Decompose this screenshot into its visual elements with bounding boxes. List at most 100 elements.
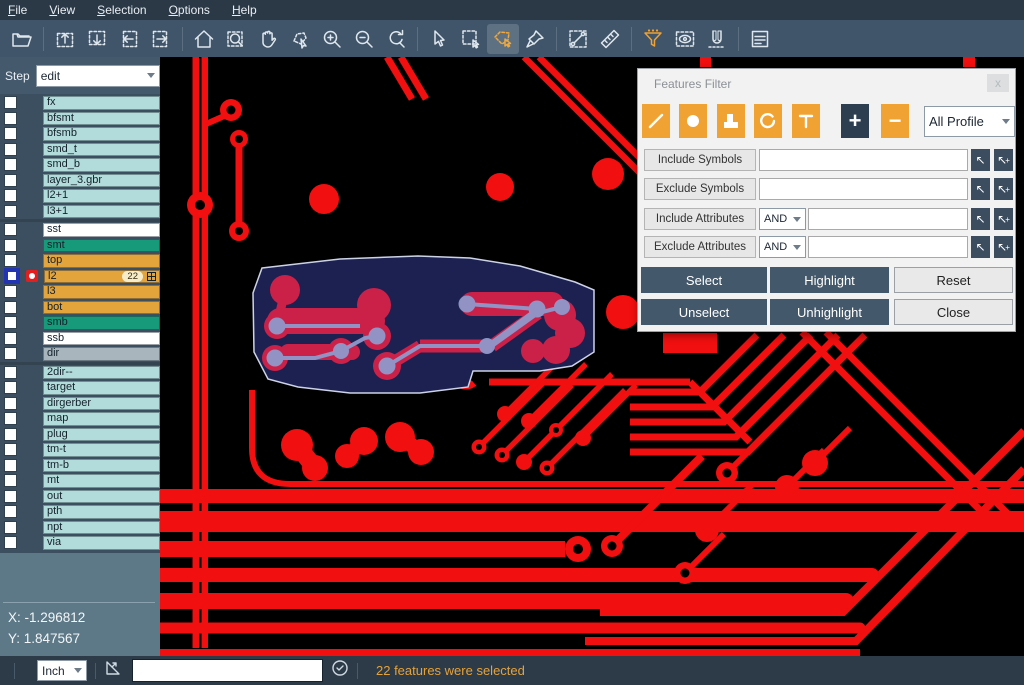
layer-indicator[interactable] [25,317,37,329]
layer-indicator[interactable] [25,190,37,202]
layer-row-target[interactable]: target [0,380,160,396]
layer-label-cell[interactable]: dirgerber [43,397,160,411]
layer-indicator[interactable] [25,475,37,487]
layers-panel-icon[interactable] [744,24,776,54]
layer-label-cell[interactable]: l222 [44,270,160,284]
layer-row-tm-b[interactable]: tm-b [0,458,160,474]
layer-label-cell[interactable]: smd_b [43,158,160,172]
zoom-previous-icon[interactable] [380,24,412,54]
exclude-symbols-button[interactable]: Exclude Symbols [644,178,756,200]
layer-indicator[interactable] [25,286,37,298]
layer-label-cell[interactable]: ssb [43,332,160,346]
layer-visibility-checkbox[interactable] [4,205,17,218]
refresh-icon[interactable] [331,659,349,682]
layer-indicator[interactable] [25,332,37,344]
layer-visibility-checkbox[interactable] [4,490,17,503]
active-layer-indicator[interactable] [26,270,38,282]
layer-indicator[interactable] [25,143,37,155]
layer-label-cell[interactable]: l3+1 [43,205,160,219]
layer-label-cell[interactable]: l2+1 [43,189,160,203]
snap-angle-icon[interactable] [104,659,122,682]
layer-row-fx[interactable]: fx [0,95,160,111]
pan-up-icon[interactable] [49,24,81,54]
layer-visibility-checkbox[interactable] [4,223,17,236]
layer-indicator[interactable] [25,224,37,236]
layer-indicator[interactable] [25,490,37,502]
pick-attribute-icon[interactable]: ↖ [971,236,990,258]
layer-row-smd_t[interactable]: smd_t [0,142,160,158]
filter-arc-icon[interactable] [754,104,782,138]
layer-visibility-checkbox[interactable] [6,270,18,282]
step-select[interactable]: edit [36,65,160,87]
layer-indicator[interactable] [25,366,37,378]
select-cursor-icon[interactable] [423,24,455,54]
layer-indicator[interactable] [25,413,37,425]
layer-visibility-checkbox[interactable] [4,397,17,410]
layer-visibility-checkbox[interactable] [4,254,17,267]
menu-selection[interactable]: Selection [97,3,146,17]
layer-indicator[interactable] [25,112,37,124]
layer-visibility-checkbox[interactable] [4,174,17,187]
home-view-icon[interactable] [188,24,220,54]
layer-visibility-checkbox[interactable] [4,143,17,156]
layer-row-ssb[interactable]: ssb [0,331,160,347]
pan-left-icon[interactable] [113,24,145,54]
measure-distance-icon[interactable] [562,24,594,54]
layer-indicator[interactable] [25,174,37,186]
layer-indicator[interactable] [25,205,37,217]
filter-positive-button[interactable]: + [841,104,869,138]
layer-label-cell[interactable]: map [43,412,160,426]
layer-label-cell[interactable]: smt [43,239,160,253]
filter-surface-icon[interactable] [717,104,745,138]
layer-label-cell[interactable]: bot [43,301,160,315]
layer-row-mt[interactable]: mt [0,473,160,489]
layer-label-cell[interactable]: tm-t [43,443,160,457]
unit-select[interactable]: Inch [37,660,87,681]
layer-indicator[interactable] [25,128,37,140]
zoom-out-icon[interactable] [348,24,380,54]
layer-visibility-checkbox[interactable] [4,301,17,314]
layer-label-cell[interactable]: mt [43,474,160,488]
layer-row-2dir--[interactable]: 2dir-- [0,365,160,381]
layer-row-smd_b[interactable]: smd_b [0,157,160,173]
snap-icon[interactable] [701,24,733,54]
layer-label-cell[interactable]: plug [43,428,160,442]
layer-row-l2+1[interactable]: l2+1 [0,188,160,204]
layer-visibility-checkbox[interactable] [4,112,17,125]
layer-row-smb[interactable]: smb [0,315,160,331]
pan-hand-icon[interactable] [252,24,284,54]
layer-label-cell[interactable]: l3 [43,285,160,299]
layer-indicator[interactable] [25,444,37,456]
layer-visibility-checkbox[interactable] [4,366,17,379]
unhighlight-button[interactable]: Unhighlight [770,299,889,325]
layer-label-cell[interactable]: dir [43,347,160,361]
layer-indicator[interactable] [25,301,37,313]
layer-visibility-checkbox[interactable] [4,412,17,425]
menu-view[interactable]: View [49,3,75,17]
layer-label-cell[interactable]: sst [43,223,160,237]
layer-visibility-checkbox[interactable] [4,239,17,252]
layer-visibility-checkbox[interactable] [4,285,17,298]
zoom-window-icon[interactable] [220,24,252,54]
layer-indicator[interactable] [25,239,37,251]
include-symbols-button[interactable]: Include Symbols [644,149,756,171]
profile-select[interactable]: All Profile [924,106,1015,137]
layer-indicator[interactable] [25,459,37,471]
layer-row-top[interactable]: top [0,253,160,269]
layer-visibility-checkbox[interactable] [4,536,17,549]
layer-row-bfsmt[interactable]: bfsmt [0,111,160,127]
layer-row-l3[interactable]: l3 [0,284,160,300]
pan-down-icon[interactable] [81,24,113,54]
layer-visibility-checkbox[interactable] [4,443,17,456]
layer-row-bfsmb[interactable]: bfsmb [0,126,160,142]
layer-label-cell[interactable]: smb [43,316,160,330]
reset-button[interactable]: Reset [894,267,1013,293]
menu-options[interactable]: Options [169,3,210,17]
layer-label-cell[interactable]: bfsmb [43,127,160,141]
close-button[interactable]: Close [894,299,1013,325]
layer-visibility-checkbox[interactable] [4,316,17,329]
command-input[interactable] [132,659,323,682]
layer-visibility-checkbox[interactable] [4,332,17,345]
layer-indicator[interactable] [25,521,37,533]
layer-visibility-checkbox[interactable] [4,189,17,202]
